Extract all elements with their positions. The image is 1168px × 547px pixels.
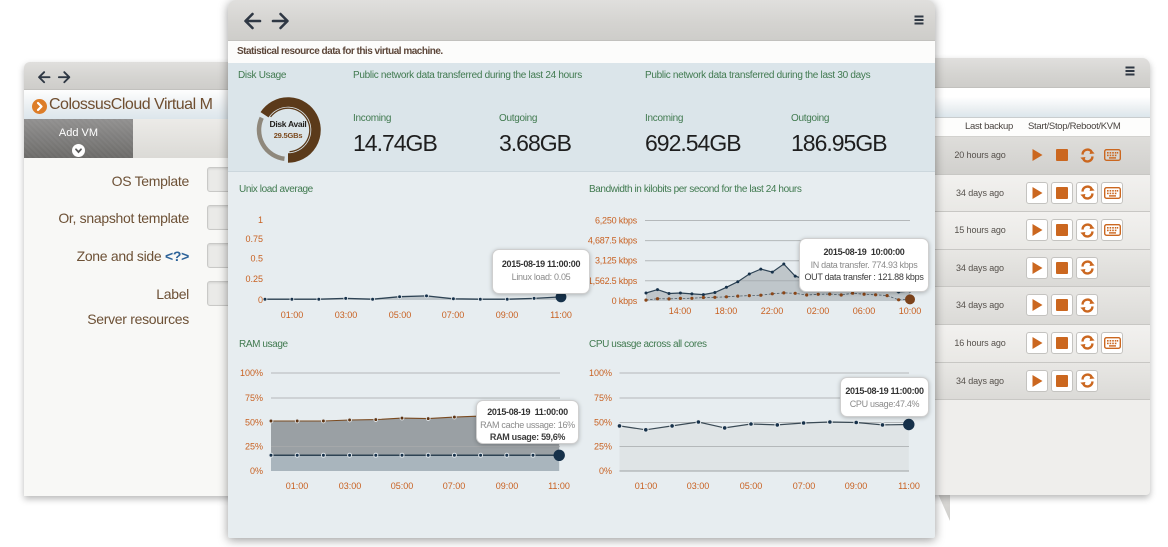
svg-text:11:00: 11:00 (550, 310, 572, 320)
svg-text:1,562.5 kbps: 1,562.5 kbps (588, 276, 638, 286)
svg-text:50%: 50% (594, 418, 612, 428)
svg-text:0.5: 0.5 (250, 254, 263, 264)
svg-text:14:00: 14:00 (669, 306, 692, 316)
svg-text:03:00: 03:00 (335, 310, 358, 320)
svg-text:07:00: 07:00 (442, 310, 465, 320)
svg-text:75%: 75% (594, 393, 612, 403)
svg-text:07:00: 07:00 (443, 481, 466, 491)
svg-text:07:00: 07:00 (793, 481, 816, 491)
svg-text:100%: 100% (240, 368, 263, 378)
svg-text:Disk Avail: Disk Avail (269, 119, 306, 129)
svg-text:1: 1 (258, 215, 263, 225)
svg-text:Unix load average: Unix load average (239, 184, 314, 195)
svg-text:01:00: 01:00 (635, 481, 658, 491)
svg-text:25%: 25% (594, 442, 612, 452)
svg-text:11:00: 11:00 (548, 481, 570, 491)
svg-text:3,125 kbps: 3,125 kbps (595, 256, 638, 266)
svg-text:05:00: 05:00 (740, 481, 763, 491)
svg-text:01:00: 01:00 (281, 310, 304, 320)
svg-text:03:00: 03:00 (687, 481, 710, 491)
svg-text:09:00: 09:00 (496, 310, 519, 320)
svg-text:09:00: 09:00 (496, 481, 519, 491)
svg-text:02:00: 02:00 (807, 306, 830, 316)
svg-text:25%: 25% (245, 442, 263, 452)
svg-text:10:00: 10:00 (899, 306, 922, 316)
svg-text:03:00: 03:00 (339, 481, 362, 491)
svg-text:0: 0 (258, 295, 263, 305)
svg-text:18:00: 18:00 (715, 306, 738, 316)
svg-text:01:00: 01:00 (286, 481, 309, 491)
svg-text:0%: 0% (250, 466, 263, 476)
svg-text:0 kbps: 0 kbps (612, 296, 638, 306)
svg-text:0%: 0% (599, 466, 612, 476)
svg-text:11:00: 11:00 (898, 481, 920, 491)
svg-text:RAM usage: RAM usage (239, 339, 288, 350)
svg-text:50%: 50% (245, 418, 263, 428)
svg-text:22:00: 22:00 (761, 306, 784, 316)
svg-text:0.25: 0.25 (245, 274, 263, 284)
svg-text:09:00: 09:00 (845, 481, 868, 491)
svg-text:29.5GBs: 29.5GBs (274, 131, 303, 140)
svg-text:Bandwidth in kilobits per seco: Bandwidth in kilobits per second for the… (589, 184, 802, 195)
svg-text:75%: 75% (245, 393, 263, 403)
svg-text:CPU usasge across all cores: CPU usasge across all cores (589, 339, 707, 350)
svg-text:100%: 100% (589, 368, 612, 378)
svg-text:4,687.5 kbps: 4,687.5 kbps (588, 236, 638, 246)
svg-text:6,250 kbps: 6,250 kbps (595, 216, 638, 226)
svg-text:05:00: 05:00 (389, 310, 412, 320)
svg-text:0.75: 0.75 (245, 234, 263, 244)
svg-text:06:00: 06:00 (853, 306, 876, 316)
svg-text:05:00: 05:00 (391, 481, 414, 491)
